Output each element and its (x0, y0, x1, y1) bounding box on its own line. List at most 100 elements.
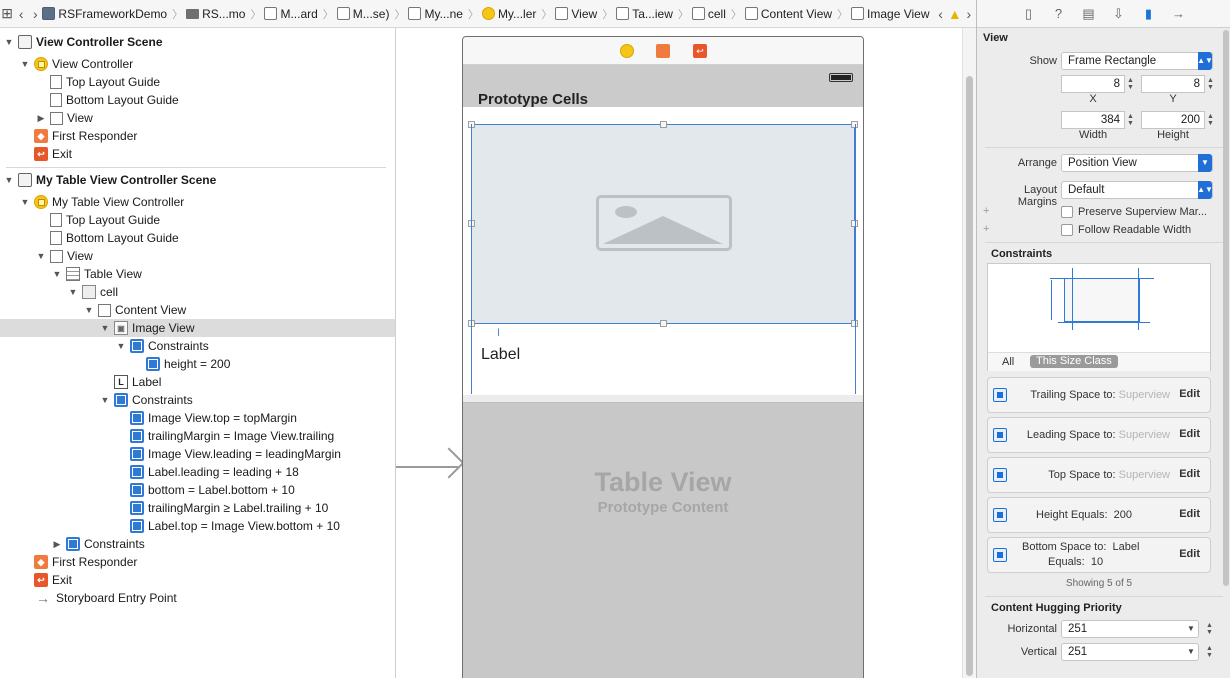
disclosure-triangle-icon[interactable]: ▼ (84, 305, 94, 315)
breadcrumb-storyboard[interactable]: M...ard (264, 3, 318, 25)
outline-row-constraint[interactable]: Image View.top = topMargin (0, 409, 395, 427)
x-field[interactable]: 8 (1061, 75, 1125, 93)
edit-button[interactable]: Edit (1179, 508, 1200, 520)
outline-row-view-controller[interactable]: ▼ View Controller (0, 55, 395, 73)
related-items-icon[interactable]: ⊞ (0, 3, 14, 25)
outline-row-bottom-layout-guide[interactable]: Bottom Layout Guide (0, 229, 395, 247)
warning-icon[interactable]: ▲ (948, 3, 962, 25)
layout-margins-select[interactable]: Default ▲▼ (1061, 181, 1213, 199)
height-field[interactable]: 200 (1141, 111, 1205, 129)
outline-row-constraint[interactable]: trailingMargin ≥ Label.trailing + 10 (0, 499, 395, 517)
disclosure-triangle-icon[interactable]: ▼ (100, 323, 110, 333)
outline-row-top-layout-guide[interactable]: Top Layout Guide (0, 211, 395, 229)
outline-row-label[interactable]: L Label (0, 373, 395, 391)
outline-row-content-view[interactable]: ▼ Content View (0, 301, 395, 319)
resize-handle[interactable] (660, 320, 667, 327)
disclosure-triangle-icon[interactable]: ▼ (52, 269, 62, 279)
outline-row-view[interactable]: ▼ View (0, 247, 395, 265)
next-issue-icon[interactable]: › (962, 3, 976, 25)
canvas-scrollbar[interactable] (962, 28, 976, 678)
outline-row-constraint[interactable]: trailingMargin = Image View.trailing (0, 427, 395, 445)
constraint-height[interactable]: Height Equals: 200 Edit (987, 497, 1211, 533)
breadcrumb-image-view[interactable]: Image View (851, 3, 930, 25)
add-variation-button[interactable]: + (983, 223, 989, 235)
breadcrumb-cell[interactable]: cell (691, 3, 726, 25)
outline-row-exit[interactable]: ↩ Exit (0, 571, 395, 589)
outline-row-view-controller-scene[interactable]: ▼ View Controller Scene (0, 33, 395, 51)
disclosure-triangle-icon[interactable]: ▼ (20, 197, 30, 207)
breadcrumb-project[interactable]: RSFrameworkDemo (42, 3, 167, 25)
outline-row-constraint[interactable]: bottom = Label.bottom + 10 (0, 481, 395, 499)
outline-row-cell[interactable]: ▼ cell (0, 283, 395, 301)
outline-row-exit[interactable]: ↩ Exit (0, 145, 395, 163)
disclosure-triangle-icon[interactable]: ▼ (68, 287, 78, 297)
table-view-cell[interactable]: I Label (463, 107, 863, 395)
previous-issue-icon[interactable]: ‹ (934, 3, 948, 25)
outline-row-entry-point[interactable]: → Storyboard Entry Point (0, 589, 395, 607)
edit-button[interactable]: Edit (1179, 428, 1200, 440)
breadcrumb-view[interactable]: View (555, 3, 597, 25)
edit-button[interactable]: Edit (1179, 468, 1200, 480)
disclosure-triangle-icon[interactable]: ▼ (4, 37, 14, 47)
breadcrumb-controller[interactable]: My...ler (481, 3, 536, 25)
scene-frame[interactable]: ↩ Prototype Cells I Label Table View Pro… (462, 36, 864, 678)
back-arrow-icon[interactable]: ‹ (14, 3, 28, 25)
arrange-select[interactable]: Position View ▼ (1061, 154, 1213, 172)
this-size-class-tab[interactable]: This Size Class (1030, 355, 1118, 368)
resize-handle[interactable] (660, 121, 667, 128)
follow-readable-width-checkbox[interactable] (1061, 224, 1073, 236)
constraint-trailing[interactable]: Trailing Space to: Superview Edit (987, 377, 1211, 413)
scrollbar-thumb[interactable] (966, 76, 973, 676)
disclosure-triangle-icon[interactable]: ▶ (36, 113, 46, 123)
quick-help-icon[interactable]: ? (1048, 4, 1070, 24)
forward-arrow-icon[interactable]: › (28, 3, 42, 25)
outline-row-top-layout-guide[interactable]: Top Layout Guide (0, 73, 395, 91)
connections-inspector-icon[interactable]: → (1168, 4, 1190, 24)
outline-row-view[interactable]: ▶ View (0, 109, 395, 127)
y-field[interactable]: 8 (1141, 75, 1205, 93)
breadcrumb-tableview[interactable]: Ta...iew (616, 3, 673, 25)
outline-row-constraint[interactable]: Label.leading = leading + 18 (0, 463, 395, 481)
constraint-leading[interactable]: Leading Space to: Superview Edit (987, 417, 1211, 453)
disclosure-triangle-icon[interactable]: ▼ (36, 251, 46, 261)
constraint-bottom[interactable]: Bottom Space to: Label Equals: 10 Edit (987, 537, 1211, 573)
exit-icon[interactable]: ↩ (693, 44, 707, 58)
outline-row-table-controller[interactable]: ▼ My Table View Controller (0, 193, 395, 211)
all-tab[interactable]: All (1002, 356, 1014, 368)
disclosure-triangle-icon[interactable]: ▼ (4, 175, 14, 185)
vertical-stepper[interactable]: ▲ ▼ (1205, 643, 1214, 661)
disclosure-triangle-icon[interactable]: ▼ (116, 341, 126, 351)
width-stepper[interactable]: ▲ ▼ (1126, 111, 1135, 129)
disclosure-triangle-icon[interactable]: ▶ (52, 539, 62, 549)
width-field[interactable]: 384 (1061, 111, 1125, 129)
outline-row-constraint[interactable]: Label.top = Image View.bottom + 10 (0, 517, 395, 535)
outline-row-bottom-layout-guide[interactable]: Bottom Layout Guide (0, 91, 395, 109)
storyboard-canvas[interactable]: ↩ Prototype Cells I Label Table View Pro… (396, 28, 976, 678)
outline-row-table-view[interactable]: ▼ Table View (0, 265, 395, 283)
file-inspector-icon[interactable]: ▯ (1018, 4, 1040, 24)
cell-label[interactable]: Label (481, 346, 520, 364)
outline-row-constraints[interactable]: ▼ Constraints (0, 337, 395, 355)
outline-row-first-responder[interactable]: ◆ First Responder (0, 553, 395, 571)
y-stepper[interactable]: ▲ ▼ (1206, 75, 1215, 93)
attributes-inspector-icon[interactable]: ⇩ (1108, 4, 1130, 24)
disclosure-triangle-icon[interactable]: ▼ (20, 59, 30, 69)
edit-button[interactable]: Edit (1179, 548, 1200, 560)
outline-row-constraints[interactable]: ▼ Constraints (0, 391, 395, 409)
height-stepper[interactable]: ▲ ▼ (1206, 111, 1215, 129)
view-controller-icon[interactable] (620, 44, 634, 58)
disclosure-triangle-icon[interactable]: ▼ (100, 395, 110, 405)
breadcrumb-folder[interactable]: RS...mo (186, 3, 245, 25)
add-variation-button[interactable]: + (983, 205, 989, 217)
outline-row-constraint[interactable]: Image View.leading = leadingMargin (0, 445, 395, 463)
edit-button[interactable]: Edit (1179, 388, 1200, 400)
constraint-top[interactable]: Top Space to: Superview Edit (987, 457, 1211, 493)
show-select[interactable]: Frame Rectangle ▲▼ (1061, 52, 1213, 70)
outline-row-constraint[interactable]: height = 200 (0, 355, 395, 373)
inspector-scrollbar[interactable] (1223, 30, 1229, 586)
preserve-superview-margins-checkbox[interactable] (1061, 206, 1073, 218)
vertical-priority-combo[interactable]: 251 ▼ (1061, 643, 1199, 661)
horizontal-priority-combo[interactable]: 251 ▼ (1061, 620, 1199, 638)
breadcrumb-storyboard-base[interactable]: M...se) (336, 3, 389, 25)
outline-row-first-responder[interactable]: ◆ First Responder (0, 127, 395, 145)
